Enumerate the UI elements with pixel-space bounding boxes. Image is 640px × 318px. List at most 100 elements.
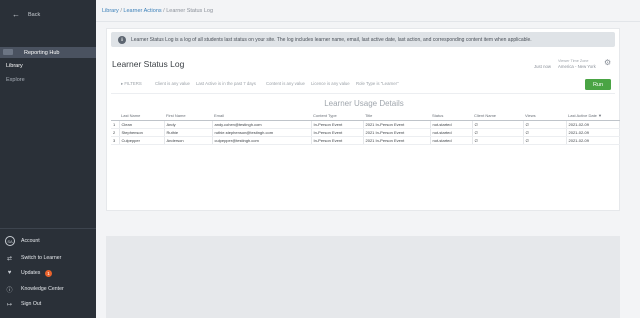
column-header-title[interactable]: Title: [363, 112, 430, 121]
header-divider: [96, 21, 640, 22]
column-header-last-name[interactable]: Last Name: [119, 112, 164, 121]
avatar: SA: [5, 236, 15, 246]
cell-first-name: Andy: [163, 120, 212, 129]
secondary-panel: [106, 236, 620, 318]
cell-title: 2021 In-Person Event: [362, 136, 430, 145]
table-row: 2 Stephenson Ruthie ruthie.stephenson@te…: [111, 128, 620, 137]
breadcrumb-current: Learner Status Log: [166, 8, 214, 14]
filter-content[interactable]: Content is any value: [266, 81, 305, 86]
sidebar: ← Back Reporting Hub Library Explore SA …: [0, 0, 96, 318]
back-label: Back: [28, 12, 41, 18]
cell-status: not-started: [429, 120, 472, 129]
column-header-email[interactable]: Email: [212, 112, 311, 121]
sidebar-item-explore[interactable]: Explore: [6, 77, 25, 83]
sign-out-label: Sign Out: [21, 301, 42, 307]
cell-views: ∅: [522, 136, 566, 145]
account-button[interactable]: SA Account: [0, 234, 96, 248]
cell-email: andy.cohen@testingh.com: [211, 120, 311, 129]
updates-button[interactable]: ♥ Updates 1: [0, 266, 96, 280]
back-button[interactable]: ← Back: [12, 11, 40, 19]
arrow-left-icon: ←: [12, 10, 20, 19]
sidebar-item-label: Reporting Hub: [24, 49, 60, 56]
sidebar-divider: [0, 228, 96, 229]
bell-icon: ♥: [7, 270, 12, 276]
filter-bar: ▸ FILTERS Client is any value Last Activ…: [111, 79, 615, 88]
column-header-status[interactable]: Status: [430, 112, 472, 121]
column-header-last-active-date[interactable]: Last Active Date ▼: [566, 112, 620, 121]
table-header-row: Last Name First Name Email Content Type …: [111, 112, 620, 121]
learner-usage-table: Last Name First Name Email Content Type …: [111, 112, 620, 145]
updates-count-badge: 1: [45, 269, 52, 277]
breadcrumb: Library / Learner Actions / Learner Stat…: [102, 8, 213, 14]
filter-role-type[interactable]: Role Type is "Learner": [356, 81, 399, 86]
cell-content-type: In-Person Event: [310, 128, 363, 137]
switch-arrows-icon: ⇄: [6, 255, 13, 262]
account-label: Account: [21, 238, 40, 244]
cell-content-type: In-Person Event: [310, 120, 363, 129]
section-divider: [111, 93, 615, 94]
filters-label: FILTERS: [124, 81, 142, 86]
breadcrumb-learner-actions[interactable]: Learner Actions: [123, 8, 161, 14]
gear-icon[interactable]: ⚙: [604, 59, 611, 67]
cell-index: 2: [111, 128, 119, 137]
cell-client-name: ∅: [471, 128, 523, 137]
filter-last-active[interactable]: Last Active is in the past 7 days: [196, 81, 256, 86]
cell-views: ∅: [522, 120, 566, 129]
cell-status: not-started: [429, 128, 472, 137]
timezone-label: Viewer Time Zone: [558, 59, 589, 63]
column-header-content-type[interactable]: Content Type: [311, 112, 363, 121]
timezone-select[interactable]: America - New York: [558, 64, 596, 69]
reporting-hub-icon: [3, 49, 13, 55]
table-row: 1 Clean Andy andy.cohen@testingh.com In-…: [111, 120, 620, 129]
breadcrumb-separator: /: [120, 8, 122, 14]
filters-toggle[interactable]: ▸ FILTERS: [121, 81, 142, 87]
breadcrumb-library[interactable]: Library: [102, 8, 119, 14]
column-header-index: [111, 112, 119, 121]
info-banner: i Learner Status Log is a log of all stu…: [111, 32, 615, 47]
cell-email: culpepper@testingh.com: [211, 136, 311, 145]
sort-desc-icon: ▼: [598, 113, 602, 119]
cell-last-active-date: 2021-02-09: [565, 128, 620, 137]
column-header-views[interactable]: Views: [523, 112, 566, 121]
switch-label: Switch to Learner: [21, 255, 62, 261]
breadcrumb-separator: /: [163, 8, 165, 14]
cell-last-active-date: 2021-02-09: [565, 120, 620, 129]
cell-last-name: Stephenson: [118, 128, 164, 137]
knowledge-center-button[interactable]: ⓘ Knowledge Center: [0, 282, 96, 296]
table-row: 3 Culpepper Anderson culpepper@testingh.…: [111, 136, 620, 145]
cell-content-type: In-Person Event: [310, 136, 363, 145]
sidebar-item-reporting-hub[interactable]: Reporting Hub: [0, 47, 96, 58]
info-icon: i: [118, 35, 126, 44]
cell-client-name: ∅: [471, 136, 523, 145]
page-title: Learner Status Log: [112, 59, 185, 69]
report-card: i Learner Status Log is a log of all stu…: [106, 28, 620, 211]
cell-last-name: Clean: [118, 120, 164, 129]
cell-email: ruthie.stephenson@testingh.com: [211, 128, 311, 137]
cell-views: ∅: [522, 128, 566, 137]
filter-client[interactable]: Client is any value: [155, 81, 190, 86]
help-icon: ⓘ: [6, 287, 13, 294]
table-title: Learner Usage Details: [324, 99, 404, 108]
info-text: Learner Status Log is a log of all stude…: [131, 36, 532, 43]
column-header-label: Last Active Date: [568, 113, 597, 119]
main-content: Library / Learner Actions / Learner Stat…: [96, 0, 640, 318]
cell-index: 1: [111, 120, 119, 129]
sign-out-button[interactable]: ↦ Sign Out: [0, 297, 96, 311]
cell-status: not-started: [429, 136, 472, 145]
sign-out-icon: ↦: [6, 301, 13, 308]
cell-last-name: Culpepper: [118, 136, 164, 145]
run-button[interactable]: Run: [585, 79, 611, 90]
cell-first-name: Anderson: [163, 136, 212, 145]
knowledge-label: Knowledge Center: [21, 286, 64, 292]
switch-to-learner-button[interactable]: ⇄ Switch to Learner: [0, 251, 96, 265]
filter-licence[interactable]: Licence is any value: [311, 81, 350, 86]
refresh-status: Just now: [534, 64, 551, 69]
column-header-client-name[interactable]: Client Name: [472, 112, 523, 121]
cell-first-name: Ruthie: [163, 128, 212, 137]
updates-label: Updates: [21, 270, 41, 276]
cell-last-active-date: 2021-02-09: [565, 136, 620, 145]
cell-client-name: ∅: [471, 120, 523, 129]
cell-index: 3: [111, 136, 119, 145]
column-header-first-name[interactable]: First Name: [164, 112, 212, 121]
sidebar-item-library[interactable]: Library: [6, 63, 23, 69]
